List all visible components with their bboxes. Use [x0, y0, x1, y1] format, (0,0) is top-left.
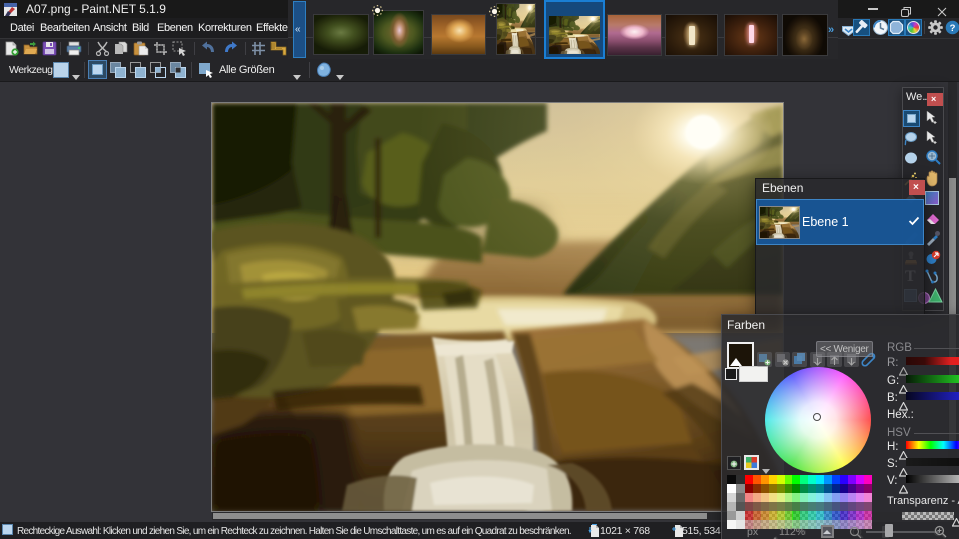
svg-text:?: ?	[950, 23, 956, 34]
